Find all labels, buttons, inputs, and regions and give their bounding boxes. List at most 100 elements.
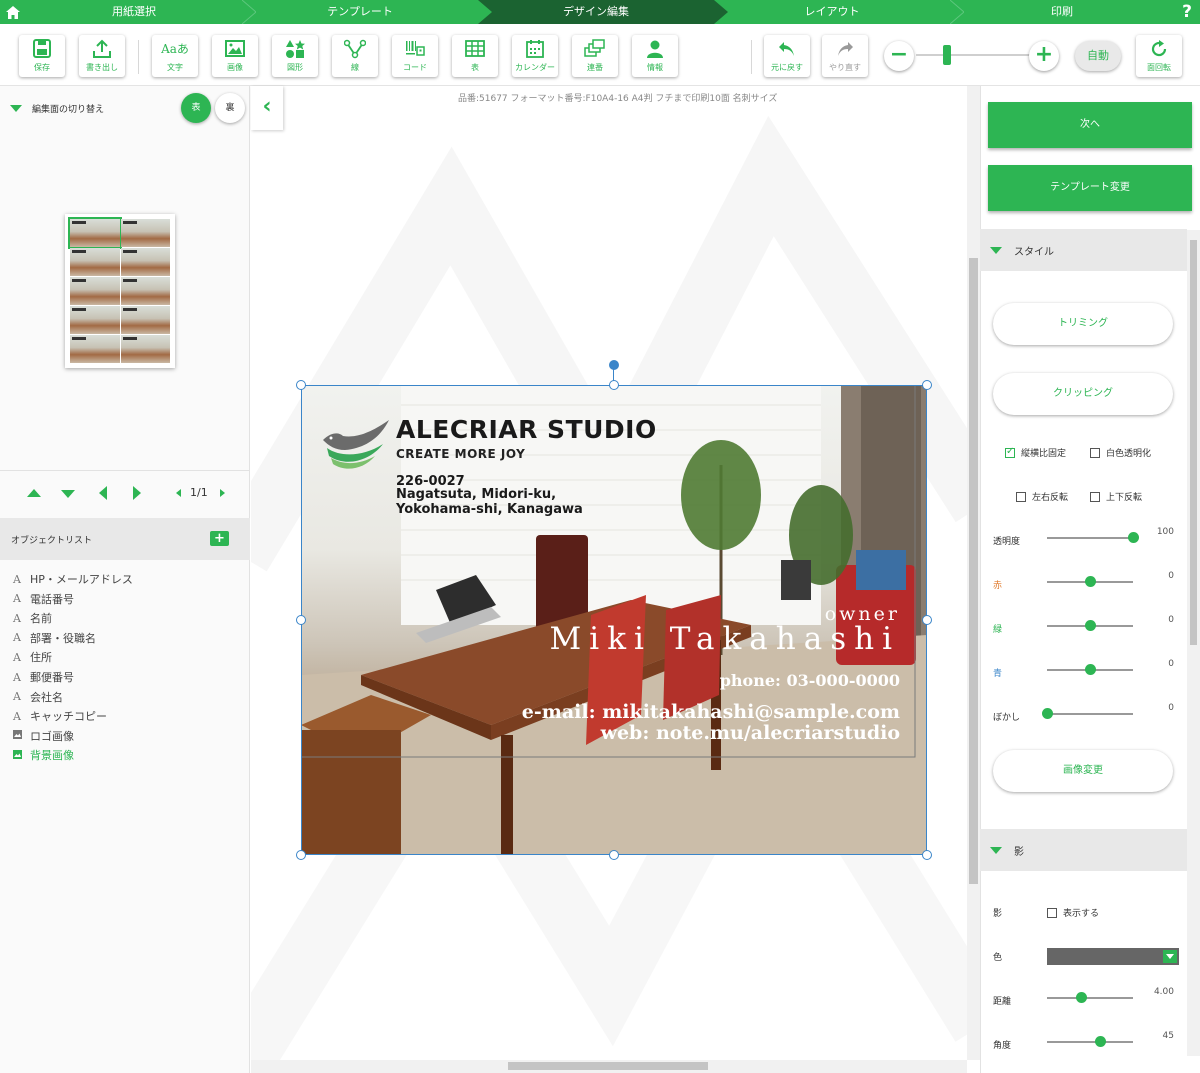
rotate-handle[interactable]	[609, 360, 619, 370]
undo-button[interactable]: 元に戻す	[764, 35, 810, 77]
step-layout[interactable]: レイアウト	[714, 0, 950, 24]
resize-handle-bottom-left[interactable]	[296, 850, 306, 860]
object-list-item[interactable]: A 住所	[12, 649, 52, 665]
home-button[interactable]	[0, 0, 26, 24]
shadow-show-checkbox[interactable]: 表示する	[1047, 906, 1099, 919]
slider-handle[interactable]	[1041, 708, 1053, 719]
sheet-thumbnail[interactable]	[65, 214, 175, 368]
thumbnail-card[interactable]	[120, 277, 170, 305]
step-print[interactable]: 印刷	[950, 0, 1174, 24]
next-arrow-icon[interactable]	[133, 486, 141, 500]
object-list-item[interactable]: A 電話番号	[12, 591, 74, 607]
clipping-button[interactable]: クリッピング	[993, 373, 1173, 415]
shadow-distance-handle[interactable]	[1075, 992, 1087, 1003]
code-button[interactable]: コード	[392, 35, 438, 77]
image-button[interactable]: 画像	[212, 35, 258, 77]
address-line-2[interactable]: Yokohama-shi, Kanagawa	[396, 503, 583, 517]
slider-handle[interactable]	[1127, 532, 1139, 543]
collapse-left-panel-button[interactable]: ‹	[251, 86, 283, 130]
resize-handle-left[interactable]	[296, 615, 306, 625]
calendar-button[interactable]: カレンダー	[512, 35, 558, 77]
flip-vertical-checkbox[interactable]: 上下反転	[1090, 490, 1142, 503]
text-button[interactable]: Aaあ 文字	[152, 35, 198, 77]
object-list-item[interactable]: A HP・メールアドレス	[12, 571, 133, 587]
object-list-item[interactable]: A 会社名	[12, 689, 63, 705]
front-side-button[interactable]: 表	[181, 93, 211, 123]
person-name[interactable]: Miki Takahashi	[550, 621, 900, 657]
rotate-side-button[interactable]: 面回転	[1136, 35, 1182, 77]
object-list-item[interactable]: A 名前	[12, 610, 52, 626]
next-button[interactable]: 次へ	[988, 102, 1192, 148]
trimming-button[interactable]: トリミング	[993, 303, 1173, 345]
page-prev-icon[interactable]	[176, 489, 181, 497]
company-name[interactable]: ALECRIAR STUDIO	[396, 415, 657, 444]
resize-handle-bottom-right[interactable]	[922, 850, 932, 860]
object-list-item[interactable]: A 部署・役職名	[12, 630, 96, 646]
slider-handle[interactable]	[1084, 620, 1096, 631]
zoom-out-button[interactable]: −	[884, 41, 914, 71]
previous-arrow-icon[interactable]	[99, 486, 107, 500]
page-next-icon[interactable]	[220, 489, 225, 497]
zoom-in-button[interactable]: +	[1029, 41, 1059, 71]
thumbnail-card[interactable]	[120, 219, 170, 247]
style-slider[interactable]	[1047, 713, 1133, 715]
shadow-section-header[interactable]: 影	[980, 829, 1187, 871]
email-address[interactable]: e-mail: mikitakahashi@sample.com	[522, 701, 900, 723]
serial-number-button[interactable]: 連番	[572, 35, 618, 77]
zoom-slider-handle[interactable]	[943, 45, 951, 65]
resize-handle-bottom[interactable]	[609, 850, 619, 860]
table-button[interactable]: 表	[452, 35, 498, 77]
collapse-triangle-icon[interactable]	[10, 105, 22, 112]
object-list-item[interactable]: 背景画像	[12, 747, 74, 763]
redo-button[interactable]: やり直す	[822, 35, 868, 77]
resize-handle-top-left[interactable]	[296, 380, 306, 390]
change-template-button[interactable]: テンプレート変更	[988, 165, 1192, 211]
help-button[interactable]: ?	[1174, 0, 1200, 24]
address-line-1[interactable]: Nagatsuta, Midori-ku,	[396, 488, 556, 502]
thumbnail-card[interactable]	[120, 335, 170, 363]
canvas-vertical-scrollbar[interactable]	[967, 86, 980, 1060]
shadow-angle-slider[interactable]	[1047, 1041, 1133, 1043]
thumbnail-card[interactable]	[70, 335, 120, 363]
shadow-angle-handle[interactable]	[1094, 1036, 1106, 1047]
catch-copy[interactable]: CREATE MORE JOY	[396, 447, 525, 461]
thumbnail-card[interactable]	[120, 306, 170, 334]
website-url[interactable]: web: note.mu/alecriarstudio	[601, 722, 900, 744]
resize-handle-top-right[interactable]	[922, 380, 932, 390]
step-template[interactable]: テンプレート	[242, 0, 478, 24]
white-transparent-checkbox[interactable]: 白色透明化	[1090, 446, 1151, 459]
save-button[interactable]: 保存	[19, 35, 65, 77]
thumbnail-card[interactable]	[70, 248, 120, 276]
shadow-distance-slider[interactable]	[1047, 997, 1133, 999]
object-list-item[interactable]: ロゴ画像	[12, 728, 74, 744]
info-button[interactable]: 情報	[632, 35, 678, 77]
zoom-auto-button[interactable]: 自動	[1075, 41, 1121, 71]
export-button[interactable]: 書き出し	[79, 35, 125, 77]
line-button[interactable]: 線	[332, 35, 378, 77]
scrollbar-thumb[interactable]	[508, 1062, 708, 1070]
change-image-button[interactable]: 画像変更	[993, 750, 1173, 792]
shadow-color-picker[interactable]	[1047, 948, 1179, 965]
step-design-edit[interactable]: デザイン編集	[478, 0, 714, 24]
object-list-item[interactable]: A キャッチコピー	[12, 708, 107, 724]
scrollbar-thumb[interactable]	[969, 258, 978, 884]
move-up-arrow-icon[interactable]	[27, 489, 41, 497]
scrollbar-thumb[interactable]	[1190, 240, 1197, 645]
back-side-button[interactable]: 裏	[215, 93, 245, 123]
flip-horizontal-checkbox[interactable]: 左右反転	[1016, 490, 1068, 503]
resize-handle-top[interactable]	[609, 380, 619, 390]
step-paper-select[interactable]: 用紙選択	[26, 0, 242, 24]
thumbnail-card[interactable]	[70, 277, 120, 305]
slider-handle[interactable]	[1084, 576, 1096, 587]
shape-button[interactable]: 図形	[272, 35, 318, 77]
canvas-horizontal-scrollbar[interactable]	[251, 1060, 967, 1073]
panel-vertical-scrollbar[interactable]	[1187, 230, 1200, 1056]
keep-ratio-checkbox[interactable]: 縦横比固定	[1005, 446, 1066, 459]
resize-handle-right[interactable]	[922, 615, 932, 625]
thumbnail-card[interactable]	[120, 248, 170, 276]
slider-handle[interactable]	[1084, 664, 1096, 675]
thumbnail-card[interactable]	[70, 306, 120, 334]
style-slider[interactable]	[1047, 537, 1133, 539]
add-folder-button[interactable]: +	[210, 531, 229, 546]
zoom-slider[interactable]	[916, 54, 1030, 56]
